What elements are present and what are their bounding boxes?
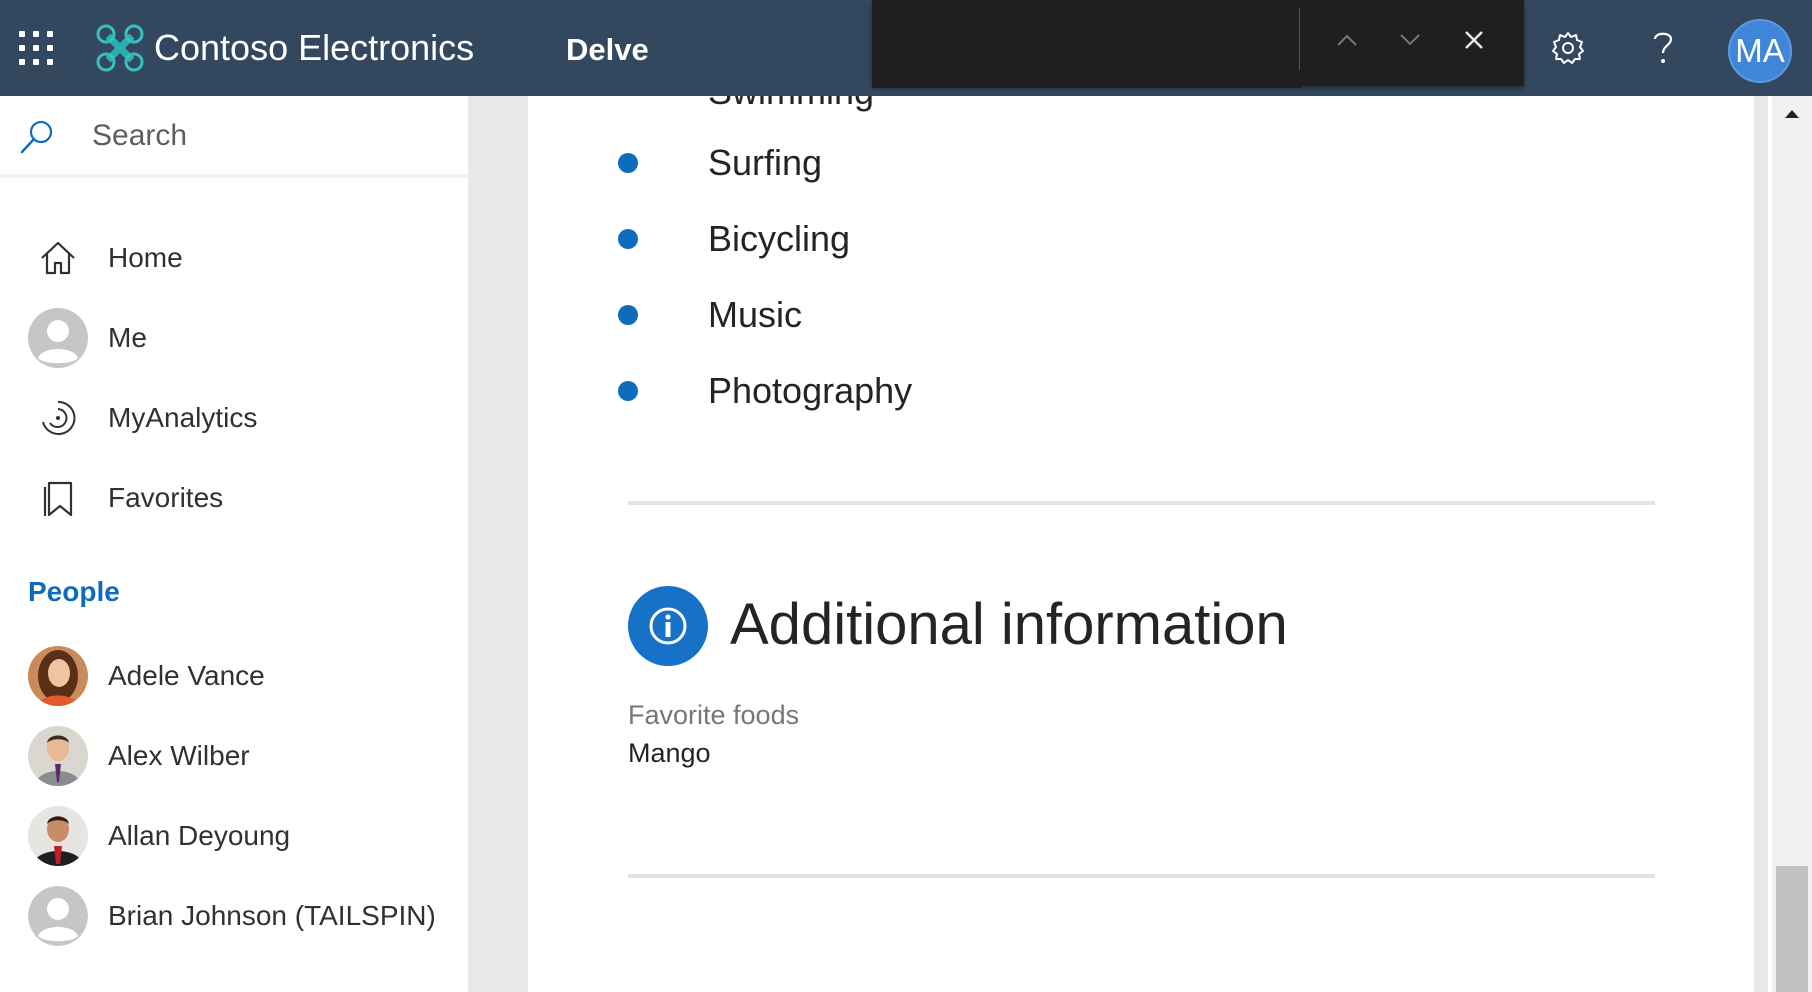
- contoso-logo-icon: [96, 24, 144, 72]
- search-input[interactable]: [90, 112, 454, 160]
- info-icon: [628, 586, 708, 666]
- chevron-down-icon: [1400, 34, 1420, 46]
- home-icon: [28, 228, 88, 288]
- interest-label: Music: [708, 294, 803, 335]
- scroll-thumb[interactable]: [1776, 866, 1808, 992]
- person-name: Adele Vance: [108, 660, 265, 691]
- bullet-icon: [618, 381, 638, 401]
- person-name: Allan Deyoung: [108, 820, 291, 851]
- vertical-scrollbar[interactable]: [1772, 96, 1812, 992]
- top-bar: Contoso Electronics Delve MA: [0, 0, 1812, 96]
- analytics-icon: [28, 388, 88, 448]
- interest-label: Surfing: [708, 142, 823, 183]
- account-avatar[interactable]: MA: [1728, 19, 1792, 83]
- settings-button[interactable]: [1544, 24, 1592, 72]
- bullet-icon: [618, 229, 638, 249]
- profile-card: Swimming Surfing Bicycling Music Photogr…: [528, 96, 1754, 992]
- gear-icon: [1552, 32, 1584, 64]
- find-previous-button[interactable]: [1327, 20, 1367, 60]
- app-name[interactable]: Delve: [566, 28, 649, 72]
- field-value: Mango: [628, 738, 711, 768]
- search-box: [0, 96, 468, 178]
- section-title: Additional information: [730, 592, 1288, 657]
- help-button[interactable]: [1639, 24, 1687, 72]
- interest-label: Bicycling: [708, 218, 851, 259]
- find-close-button[interactable]: [1454, 20, 1494, 60]
- find-bar: [872, 0, 1524, 88]
- person-icon: [28, 308, 88, 368]
- nav-item-myanalytics[interactable]: MyAnalytics: [0, 382, 468, 454]
- nav-label-home: Home: [108, 242, 183, 273]
- people-heading[interactable]: People: [28, 576, 120, 608]
- close-icon: [1465, 31, 1483, 49]
- nav-item-favorites[interactable]: Favorites: [0, 462, 468, 534]
- interest-label: Swimming: [708, 96, 874, 122]
- brand-name: Contoso Electronics: [154, 27, 475, 68]
- person-alex-wilber[interactable]: Alex Wilber: [0, 720, 468, 792]
- avatar: [28, 726, 88, 786]
- bookmark-icon: [28, 468, 88, 528]
- nav-label-favorites: Favorites: [108, 482, 224, 513]
- find-input[interactable]: [872, 0, 1302, 88]
- section-divider: [628, 501, 1655, 505]
- interest-label: Photography: [708, 370, 913, 411]
- nav-item-home[interactable]: Home: [0, 222, 468, 294]
- nav-label-me: Me: [108, 322, 147, 353]
- person-allan-deyoung[interactable]: Allan Deyoung: [0, 800, 468, 872]
- app-launcher-icon[interactable]: [19, 31, 53, 65]
- brand[interactable]: Contoso Electronics: [96, 24, 474, 72]
- help-icon: [1653, 32, 1673, 63]
- person-name: Brian Johnson (TAILSPIN): [108, 900, 436, 931]
- person-adele-vance[interactable]: Adele Vance: [0, 640, 468, 712]
- nav-label-myanalytics: MyAnalytics: [108, 402, 258, 433]
- left-navigation: Home Me MyAnalytics Fav: [0, 96, 468, 992]
- field-label: Favorite foods: [628, 700, 800, 730]
- person-brian-johnson[interactable]: Brian Johnson (TAILSPIN): [0, 880, 468, 952]
- nav-item-me[interactable]: Me: [0, 302, 468, 374]
- chevron-up-icon: [1337, 34, 1357, 46]
- avatar: [28, 806, 88, 866]
- search-icon[interactable]: [18, 118, 56, 156]
- person-name: Alex Wilber: [108, 740, 250, 771]
- find-separator: [1299, 8, 1300, 70]
- avatar: [28, 886, 88, 946]
- find-next-button[interactable]: [1390, 20, 1430, 60]
- bullet-icon: [618, 305, 638, 325]
- avatar: [28, 646, 88, 706]
- section-divider: [628, 874, 1655, 878]
- scroll-up-button[interactable]: [1772, 96, 1812, 132]
- bullet-icon: [618, 153, 638, 173]
- scroll-up-arrow-icon: [1785, 110, 1799, 118]
